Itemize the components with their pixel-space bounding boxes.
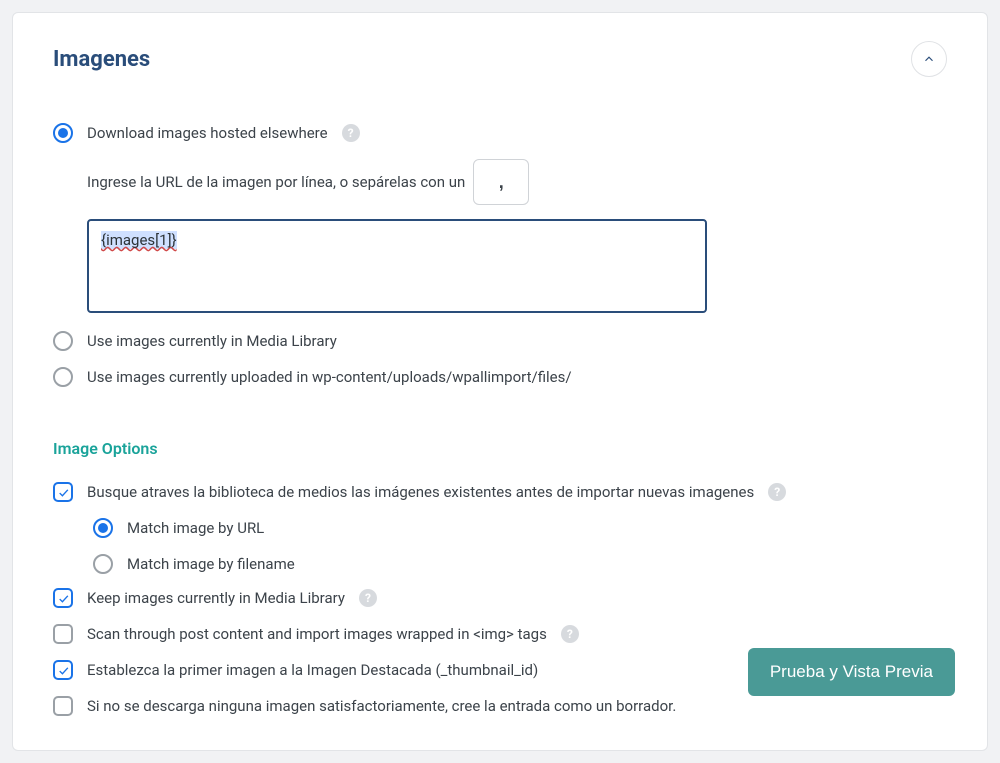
- panel-header: Imagenes: [53, 41, 947, 77]
- radio-media-library[interactable]: Use images currently in Media Library: [53, 331, 947, 351]
- radio-match-by-url[interactable]: Match image by URL: [93, 518, 947, 538]
- check-label: Si no se descarga ninguna imagen satisfa…: [87, 697, 676, 715]
- check-label: Keep images currently in Media Library: [87, 589, 345, 607]
- image-urls-textarea[interactable]: {images[1]}: [87, 219, 707, 313]
- separator-input[interactable]: [473, 159, 529, 205]
- help-icon[interactable]: ?: [342, 124, 360, 142]
- panel-title: Imagenes: [53, 47, 150, 72]
- check-scan-post-content[interactable]: Scan through post content and import ima…: [53, 624, 947, 644]
- radio-label: Download images hosted elsewhere: [87, 124, 328, 142]
- preview-button[interactable]: Prueba y Vista Previa: [748, 648, 955, 696]
- radio-label: Use images currently in Media Library: [87, 332, 337, 350]
- radio-uploads-dir[interactable]: Use images currently uploaded in wp-cont…: [53, 367, 947, 387]
- check-search-existing[interactable]: Busque atraves la biblioteca de medios l…: [53, 482, 947, 502]
- radio-match-by-filename[interactable]: Match image by filename: [93, 554, 947, 574]
- images-panel: Imagenes Download images hosted elsewher…: [12, 12, 988, 751]
- help-icon[interactable]: ?: [359, 589, 377, 607]
- check-label: Scan through post content and import ima…: [87, 625, 547, 643]
- image-options-title: Image Options: [53, 439, 947, 458]
- help-icon[interactable]: ?: [768, 483, 786, 501]
- collapse-toggle-button[interactable]: [911, 41, 947, 77]
- chevron-up-icon: [922, 52, 936, 66]
- help-icon[interactable]: ?: [561, 625, 579, 643]
- check-label: Busque atraves la biblioteca de medios l…: [87, 483, 754, 501]
- url-instruction-text: Ingrese la URL de la imagen por línea, o…: [87, 173, 465, 191]
- checkbox-icon: [53, 624, 73, 644]
- radio-label: Match image by URL: [127, 519, 264, 537]
- radio-icon: [53, 331, 73, 351]
- textarea-token: {images[1]}: [101, 231, 177, 249]
- radio-icon: [53, 123, 73, 143]
- checkbox-icon: [53, 588, 73, 608]
- match-by-group: Match image by URL Match image by filena…: [93, 518, 947, 574]
- radio-download-elsewhere[interactable]: Download images hosted elsewhere ?: [53, 123, 947, 143]
- radio-label: Match image by filename: [127, 555, 295, 573]
- url-instruction-row: Ingrese la URL de la imagen por línea, o…: [87, 159, 947, 205]
- checkbox-icon: [53, 696, 73, 716]
- check-keep-media[interactable]: Keep images currently in Media Library ?: [53, 588, 947, 608]
- radio-icon: [53, 367, 73, 387]
- radio-icon: [93, 518, 113, 538]
- download-sub-block: Ingrese la URL de la imagen por línea, o…: [87, 159, 947, 313]
- check-draft-on-fail[interactable]: Si no se descarga ninguna imagen satisfa…: [53, 696, 947, 716]
- radio-icon: [93, 554, 113, 574]
- checkbox-icon: [53, 660, 73, 680]
- check-label: Establezca la primer imagen a la Imagen …: [87, 661, 538, 679]
- checkbox-icon: [53, 482, 73, 502]
- radio-label: Use images currently uploaded in wp-cont…: [87, 368, 572, 386]
